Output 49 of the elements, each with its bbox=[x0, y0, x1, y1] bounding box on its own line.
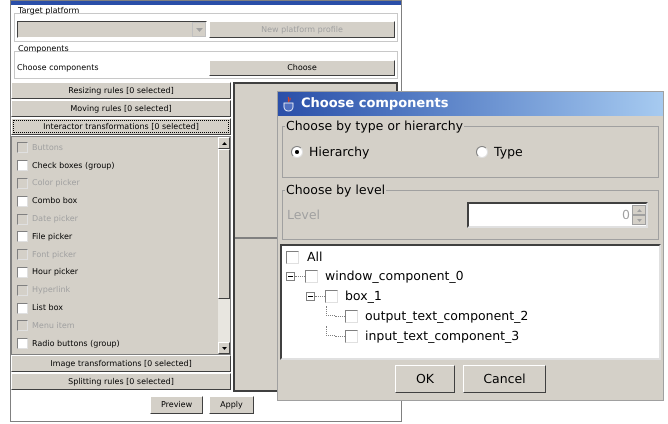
group-title: Components bbox=[17, 45, 70, 53]
section-header[interactable]: Image transformations [0 selected] bbox=[11, 355, 231, 372]
group-title: Target platform bbox=[17, 7, 80, 15]
radio-label: Hierarchy bbox=[309, 142, 370, 161]
collapse-icon[interactable] bbox=[306, 292, 315, 300]
dialog-button[interactable]: OK bbox=[395, 365, 455, 393]
interactor-label: File picker bbox=[32, 230, 72, 243]
tree-item[interactable]: input_text_component_3 bbox=[365, 326, 520, 346]
interactor-label: Hour picker bbox=[32, 266, 78, 278]
group-title: Choose by type or hierarchy bbox=[285, 120, 464, 132]
checkbox[interactable] bbox=[17, 338, 28, 350]
checkbox[interactable] bbox=[17, 302, 28, 314]
scrollbar[interactable] bbox=[218, 137, 230, 354]
level-value: 0 bbox=[622, 206, 631, 224]
tree-item[interactable]: window_component_0 bbox=[325, 266, 464, 286]
group-title: Choose by level bbox=[285, 184, 386, 196]
checkbox[interactable] bbox=[286, 250, 299, 264]
checkbox[interactable] bbox=[345, 310, 358, 322]
collapse-icon[interactable] bbox=[286, 272, 295, 280]
all-label[interactable]: All bbox=[307, 248, 322, 266]
radio-button[interactable] bbox=[476, 146, 488, 158]
checkbox[interactable] bbox=[17, 160, 28, 172]
radio-label: Type bbox=[494, 142, 523, 161]
checkbox[interactable] bbox=[305, 270, 318, 282]
section-header[interactable]: Splitting rules [0 selected] bbox=[11, 373, 231, 390]
radio-button[interactable] bbox=[291, 146, 303, 158]
interactor-label: Radio buttons (group) bbox=[32, 338, 120, 350]
checkbox[interactable] bbox=[17, 196, 28, 207]
scroll-down-icon[interactable] bbox=[218, 342, 230, 354]
dialog-button[interactable]: Cancel bbox=[463, 365, 546, 393]
checkbox[interactable] bbox=[17, 266, 28, 278]
section-header[interactable]: Interactor transformations [0 selected] bbox=[11, 118, 231, 135]
choose-components-label: Choose components bbox=[17, 62, 100, 74]
interactor-label: Check boxes (group) bbox=[32, 160, 114, 172]
footer-button[interactable]: Preview bbox=[150, 396, 204, 414]
tree-item[interactable]: box_1 bbox=[345, 286, 382, 306]
section-header[interactable]: Resizing rules [0 selected] bbox=[11, 82, 231, 99]
dialog-title: Choose components bbox=[301, 95, 448, 114]
scroll-thumb[interactable] bbox=[218, 149, 230, 299]
checkbox[interactable] bbox=[17, 231, 28, 242]
interactor-label: List box bbox=[32, 302, 63, 314]
section-header[interactable]: Moving rules [0 selected] bbox=[11, 100, 231, 117]
footer-button[interactable]: Apply bbox=[209, 396, 254, 414]
scroll-up-icon[interactable] bbox=[218, 137, 230, 149]
tree-item[interactable]: output_text_component_2 bbox=[365, 306, 528, 326]
interactor-label: Combo box bbox=[32, 195, 78, 208]
checkbox[interactable] bbox=[345, 330, 358, 342]
choose-button[interactable]: Choose bbox=[209, 60, 395, 76]
checkbox[interactable] bbox=[325, 290, 338, 302]
